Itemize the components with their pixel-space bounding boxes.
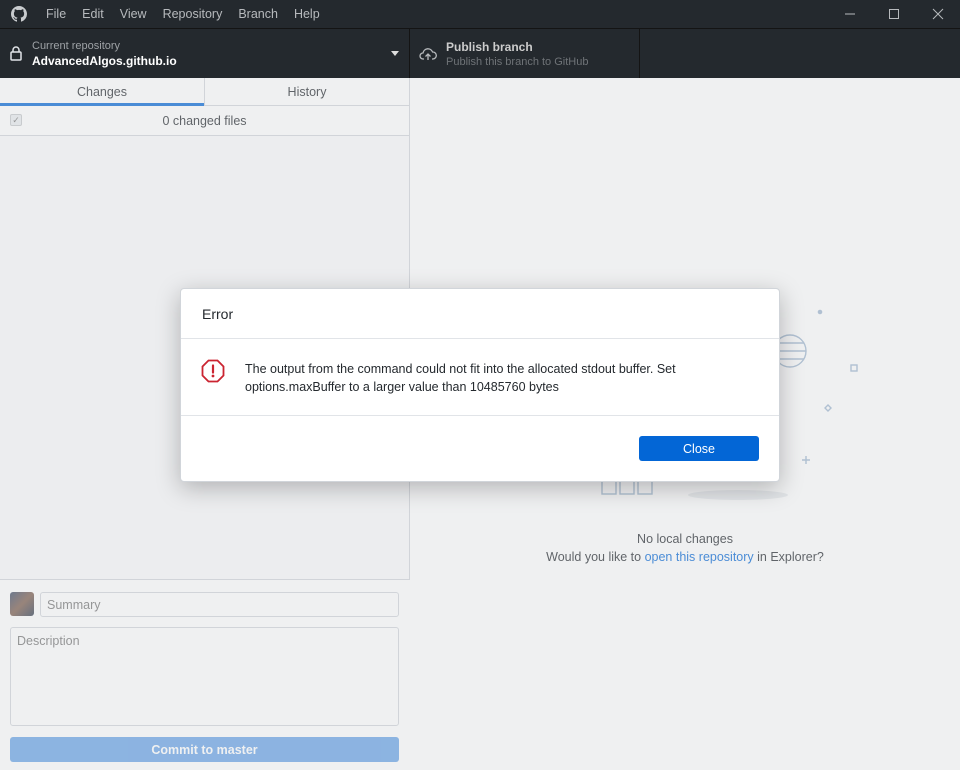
menu-file[interactable]: File bbox=[38, 0, 74, 28]
menu-bar: File Edit View Repository Branch Help bbox=[38, 0, 328, 28]
close-window-button[interactable] bbox=[916, 0, 960, 28]
publish-branch-button[interactable]: Publish branch Publish this branch to Gi… bbox=[410, 29, 640, 78]
dialog-body: The output from the command could not fi… bbox=[181, 339, 779, 416]
maximize-button[interactable] bbox=[872, 0, 916, 28]
publish-subtitle: Publish this branch to GitHub bbox=[446, 55, 589, 68]
menu-repository[interactable]: Repository bbox=[155, 0, 231, 28]
lock-icon bbox=[0, 46, 32, 61]
window-controls bbox=[828, 0, 960, 28]
toolbar: Current repository AdvancedAlgos.github.… bbox=[0, 28, 960, 78]
dialog-title: Error bbox=[181, 289, 779, 339]
menu-edit[interactable]: Edit bbox=[74, 0, 112, 28]
maximize-icon bbox=[889, 9, 899, 19]
minimize-button[interactable] bbox=[828, 0, 872, 28]
publish-title: Publish branch bbox=[446, 39, 533, 54]
dialog-footer: Close bbox=[181, 416, 779, 481]
error-message: The output from the command could not fi… bbox=[245, 362, 676, 394]
close-icon bbox=[932, 8, 944, 20]
menu-branch[interactable]: Branch bbox=[230, 0, 286, 28]
menu-view[interactable]: View bbox=[112, 0, 155, 28]
close-button[interactable]: Close bbox=[639, 436, 759, 461]
minimize-icon bbox=[845, 13, 855, 15]
repo-name: AdvancedAlgos.github.io bbox=[32, 53, 177, 68]
chevron-down-icon bbox=[391, 51, 399, 56]
error-dialog: Error The output from the command could … bbox=[180, 288, 780, 482]
cloud-upload-icon bbox=[410, 47, 446, 61]
menu-help[interactable]: Help bbox=[286, 0, 328, 28]
repo-label: Current repository bbox=[32, 39, 121, 52]
github-logo-icon bbox=[0, 0, 38, 28]
title-bar: File Edit View Repository Branch Help bbox=[0, 0, 960, 28]
error-icon bbox=[201, 359, 225, 386]
repository-picker[interactable]: Current repository AdvancedAlgos.github.… bbox=[0, 29, 410, 78]
